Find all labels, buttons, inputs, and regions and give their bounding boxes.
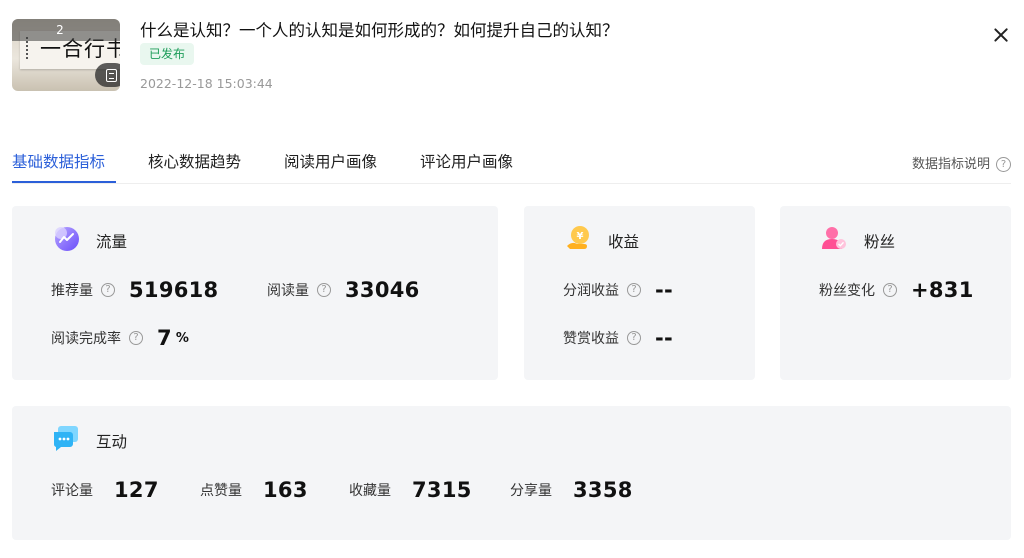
metric-likes: 点赞量 163 — [200, 478, 308, 502]
metric-value: +831 — [911, 278, 974, 302]
metric-fans-change: 粉丝变化? +831 — [819, 278, 974, 302]
metric-label: 赞赏收益 — [563, 331, 619, 347]
interaction-title: 互动 — [96, 433, 128, 451]
svg-text:¥: ¥ — [577, 231, 584, 242]
tab-bar: 基础数据指标 核心数据趋势 阅读用户画像 评论用户画像 数据指标说明? — [12, 148, 1011, 184]
question-icon[interactable]: ? — [627, 331, 641, 345]
revenue-card: ¥ 收益 分润收益? -- 赞赏收益? -- — [524, 206, 755, 380]
metric-recommend: 推荐量? 519618 — [51, 278, 218, 302]
metric-label: 收藏量 — [349, 483, 391, 499]
article-thumbnail[interactable]: 一合行书 2 — [12, 19, 120, 91]
metric-value: 3358 — [573, 478, 633, 502]
question-icon[interactable]: ? — [101, 283, 115, 297]
metric-value: 33046 — [345, 278, 420, 302]
metric-value: 7315 — [412, 478, 472, 502]
metrics-help-label: 数据指标说明 — [911, 157, 990, 172]
metric-tip-revenue: 赞赏收益? -- — [563, 326, 673, 350]
metric-label: 阅读完成率 — [51, 331, 121, 347]
close-icon[interactable] — [990, 24, 1012, 46]
interaction-card: 互动 评论量 127 点赞量 163 收藏量 7315 分享量 3358 — [12, 406, 1011, 540]
metric-label: 阅读量 — [267, 283, 309, 299]
metric-unit: % — [175, 330, 189, 346]
yuan-hand-icon: ¥ — [567, 226, 589, 249]
question-icon[interactable]: ? — [129, 331, 143, 345]
image-count: 2 — [12, 19, 120, 41]
publish-time: 2022-12-18 15:03:44 — [140, 76, 273, 91]
metrics-help-link[interactable]: 数据指标说明? — [912, 153, 1011, 172]
metric-value: 127 — [114, 478, 159, 502]
metric-reads: 阅读量? 33046 — [267, 278, 420, 302]
article-title: 什么是认知？一个人的认知是如何形成的？如何提升自己的认知？ — [140, 21, 619, 40]
metric-favorites: 收藏量 7315 — [349, 478, 472, 502]
fans-card: 粉丝 粉丝变化? +831 — [780, 206, 1011, 380]
tab-commenter-profile[interactable]: 评论用户画像 — [420, 150, 513, 172]
document-icon[interactable] — [95, 63, 120, 87]
metric-label: 点赞量 — [200, 483, 242, 499]
status-badge: 已发布 — [140, 43, 195, 65]
metric-value: 519618 — [129, 278, 219, 302]
metric-label: 评论量 — [51, 483, 93, 499]
metric-comments: 评论量 127 — [51, 478, 159, 502]
metric-label: 粉丝变化 — [819, 283, 875, 299]
metric-share-revenue: 分润收益? -- — [563, 278, 673, 302]
metric-value: -- — [655, 326, 674, 350]
tab-basic-metrics[interactable]: 基础数据指标 — [12, 150, 105, 172]
fans-title: 粉丝 — [864, 233, 896, 251]
metric-label: 推荐量 — [51, 283, 93, 299]
metric-label: 分润收益 — [563, 283, 619, 299]
metric-label: 分享量 — [510, 483, 552, 499]
metric-completion-rate: 阅读完成率? 7% — [51, 326, 189, 350]
traffic-chart-icon — [55, 227, 79, 251]
question-icon[interactable]: ? — [317, 283, 331, 297]
traffic-title: 流量 — [96, 233, 128, 251]
metric-value: 7 — [157, 326, 172, 350]
metric-value: 163 — [263, 478, 308, 502]
metric-value: -- — [655, 278, 674, 302]
metric-shares: 分享量 3358 — [510, 478, 633, 502]
tab-core-trends[interactable]: 核心数据趋势 — [148, 150, 241, 172]
question-icon[interactable]: ? — [996, 157, 1011, 172]
revenue-title: 收益 — [608, 233, 640, 251]
chat-bubble-icon — [53, 426, 78, 451]
question-icon[interactable]: ? — [883, 283, 897, 297]
fans-user-icon — [822, 227, 846, 249]
traffic-card: 流量 推荐量? 519618 阅读量? 33046 阅读完成率? 7% — [12, 206, 498, 380]
active-tab-indicator — [12, 181, 116, 183]
tab-reader-profile[interactable]: 阅读用户画像 — [284, 150, 377, 172]
question-icon[interactable]: ? — [627, 283, 641, 297]
